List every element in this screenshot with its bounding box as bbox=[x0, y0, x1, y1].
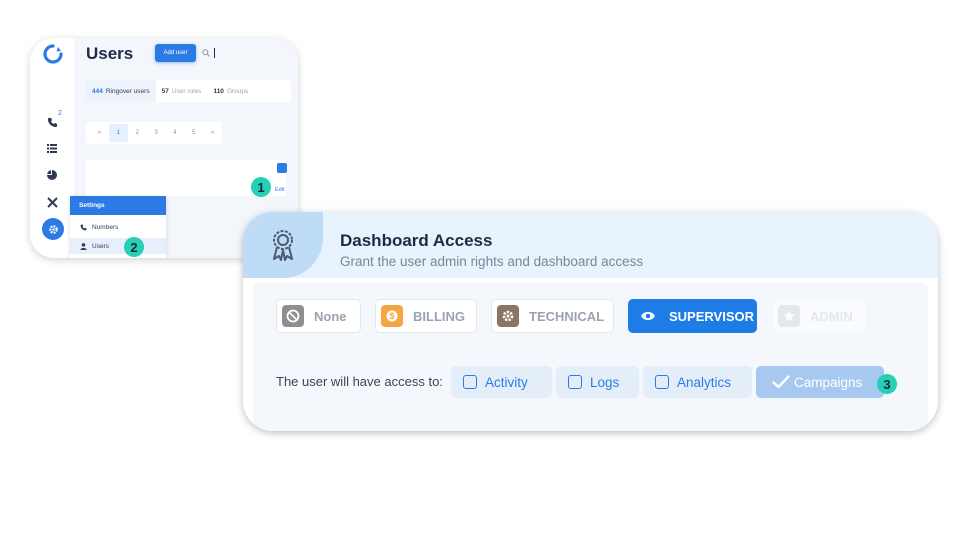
dashboard-access-header: Dashboard Access Grant the user admin ri… bbox=[243, 212, 938, 278]
users-tabs: 444 Ringover users 57 User roles 110 Gro… bbox=[86, 80, 291, 102]
settings-item-label: Users bbox=[92, 242, 109, 250]
role-supervisor-button[interactable]: SUPERVISOR bbox=[628, 299, 757, 333]
role-admin-button[interactable]: ADMIN bbox=[772, 299, 867, 333]
settings-gear-button[interactable] bbox=[42, 218, 64, 240]
settings-menu: Settings Numbers Users bbox=[70, 196, 166, 258]
role-label: None bbox=[314, 308, 347, 324]
checkmark-icon bbox=[772, 375, 790, 389]
star-icon bbox=[778, 305, 800, 327]
role-label: ADMIN bbox=[810, 308, 853, 324]
role-label: SUPERVISOR bbox=[669, 308, 755, 324]
sidebar: 2 bbox=[30, 38, 74, 258]
eye-icon[interactable] bbox=[277, 163, 287, 173]
permission-label: Campaigns bbox=[794, 374, 863, 390]
dashboard-access-title: Dashboard Access bbox=[340, 231, 493, 250]
checkbox-icon bbox=[568, 375, 582, 389]
tab-user-roles[interactable]: 57 User roles bbox=[156, 80, 208, 102]
permission-activity-checkbox[interactable]: Activity bbox=[451, 366, 552, 398]
role-label: BILLING bbox=[413, 308, 465, 324]
checkbox-icon bbox=[463, 375, 477, 389]
user-icon bbox=[80, 242, 87, 250]
pie-chart-icon[interactable] bbox=[44, 167, 60, 183]
list-icon[interactable] bbox=[44, 140, 60, 156]
checkbox-icon bbox=[655, 375, 669, 389]
step-marker-3: 3 bbox=[877, 374, 897, 394]
ringover-logo bbox=[43, 44, 63, 64]
role-billing-button[interactable]: $ BILLING bbox=[375, 299, 477, 333]
award-badge-tab bbox=[243, 212, 323, 278]
role-label: TECHNICAL bbox=[529, 308, 605, 324]
tab-label: Groups bbox=[226, 87, 249, 95]
permission-logs-checkbox[interactable]: Logs bbox=[556, 366, 639, 398]
settings-item-numbers[interactable]: Numbers bbox=[70, 219, 166, 235]
search-caret bbox=[214, 48, 215, 58]
dashboard-access-card: Dashboard Access Grant the user admin ri… bbox=[243, 212, 938, 431]
call-count-badge: 2 bbox=[58, 110, 62, 117]
page-prev[interactable]: « bbox=[90, 130, 109, 136]
svg-text:$: $ bbox=[389, 311, 394, 321]
phone-icon bbox=[80, 224, 87, 230]
tab-groups[interactable]: 110 Groups bbox=[207, 80, 254, 102]
page-next[interactable]: » bbox=[203, 130, 222, 136]
settings-menu-header: Settings bbox=[70, 196, 166, 215]
tab-ringover-users[interactable]: 444 Ringover users bbox=[86, 80, 156, 102]
page-2[interactable]: 2 bbox=[128, 130, 147, 136]
page-title: Users bbox=[86, 44, 134, 63]
tab-count: 444 bbox=[92, 87, 103, 95]
permission-analytics-checkbox[interactable]: Analytics bbox=[643, 366, 752, 398]
add-user-button[interactable]: Add user bbox=[155, 44, 196, 62]
tab-label: User roles bbox=[171, 87, 202, 95]
role-technical-button[interactable]: TECHNICAL bbox=[491, 299, 614, 333]
step-marker-2: 2 bbox=[124, 237, 144, 257]
dollar-coin-icon: $ bbox=[381, 305, 403, 327]
step-marker-1: 1 bbox=[251, 177, 271, 197]
pagination: « 1 2 3 4 5 » bbox=[86, 122, 222, 144]
eye-icon bbox=[637, 305, 659, 327]
access-label: The user will have access to: bbox=[276, 374, 443, 389]
gear-icon bbox=[48, 224, 58, 234]
page-3[interactable]: 3 bbox=[147, 130, 166, 136]
page-4[interactable]: 4 bbox=[165, 130, 184, 136]
ban-icon bbox=[282, 305, 304, 327]
dashboard-access-subtitle: Grant the user admin rights and dashboar… bbox=[340, 254, 644, 269]
search-input[interactable] bbox=[202, 46, 292, 60]
search-icon bbox=[202, 49, 210, 57]
page-1[interactable]: 1 bbox=[108, 124, 128, 142]
permission-label: Logs bbox=[590, 374, 620, 390]
tab-count: 57 bbox=[161, 87, 169, 95]
permission-campaigns-checkbox[interactable]: Campaigns bbox=[756, 366, 884, 398]
permission-label: Analytics bbox=[677, 374, 732, 390]
settings-item-label: Numbers bbox=[92, 223, 119, 231]
tab-count: 110 bbox=[213, 87, 224, 95]
page-5[interactable]: 5 bbox=[184, 130, 203, 136]
permission-label: Activity bbox=[485, 374, 528, 390]
settings-item-users[interactable]: Users bbox=[70, 238, 166, 254]
tools-icon[interactable] bbox=[44, 194, 60, 210]
role-none-button[interactable]: None bbox=[276, 299, 361, 333]
edit-link[interactable]: Edit bbox=[275, 187, 284, 193]
tab-label: Ringover users bbox=[105, 87, 150, 95]
gear-icon bbox=[497, 305, 519, 327]
award-badge-icon bbox=[273, 230, 293, 261]
